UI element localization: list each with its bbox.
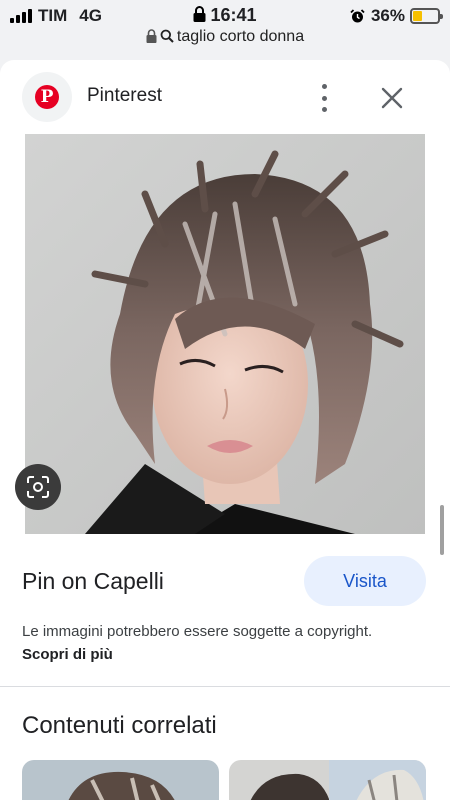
- learn-more-link[interactable]: Scopri di più: [22, 646, 113, 663]
- divider: [0, 686, 450, 687]
- more-options-icon[interactable]: [316, 84, 332, 112]
- alarm-icon: [350, 8, 365, 22]
- scrollbar[interactable]: [440, 505, 444, 555]
- status-right: 36%: [350, 6, 443, 26]
- battery-icon: [410, 8, 443, 24]
- result-sheet: P Pinterest Pin on Capelli Visita Le imm…: [0, 60, 450, 800]
- url-bar[interactable]: taglio corto donna: [0, 28, 450, 52]
- site-name: Pinterest: [87, 85, 162, 106]
- copyright-text: Le immagini potrebbero essere soggette a…: [22, 623, 373, 640]
- search-icon: [160, 29, 174, 43]
- status-bar: TIM 4G 16:41 36%: [0, 0, 450, 30]
- page-title: Pin on Capelli: [22, 568, 164, 594]
- portrait-image: [25, 134, 425, 534]
- copyright-notice: Le immagini potrebbero essere soggette a…: [22, 620, 422, 666]
- close-icon[interactable]: [378, 84, 406, 112]
- time-label: 16:41: [210, 5, 257, 25]
- battery-fill: [413, 11, 422, 21]
- url-lock-icon: [146, 29, 157, 43]
- related-heading: Contenuti correlati: [22, 712, 217, 739]
- sheet-header: P Pinterest: [0, 60, 450, 132]
- related-thumbnails: [22, 760, 426, 800]
- battery-percent: 36%: [370, 6, 405, 25]
- site-favicon: P: [22, 72, 72, 122]
- related-image: [22, 760, 219, 800]
- related-thumbnail[interactable]: [229, 760, 426, 800]
- related-image: [229, 760, 426, 800]
- google-lens-icon: [27, 476, 49, 498]
- pinterest-logo-icon: P: [35, 85, 59, 109]
- lock-icon: [193, 6, 206, 22]
- result-image[interactable]: [25, 134, 425, 534]
- url-query: taglio corto donna: [176, 28, 305, 45]
- visit-button[interactable]: Visita: [304, 556, 426, 606]
- related-thumbnail[interactable]: [22, 760, 219, 800]
- lens-icon[interactable]: [15, 464, 61, 510]
